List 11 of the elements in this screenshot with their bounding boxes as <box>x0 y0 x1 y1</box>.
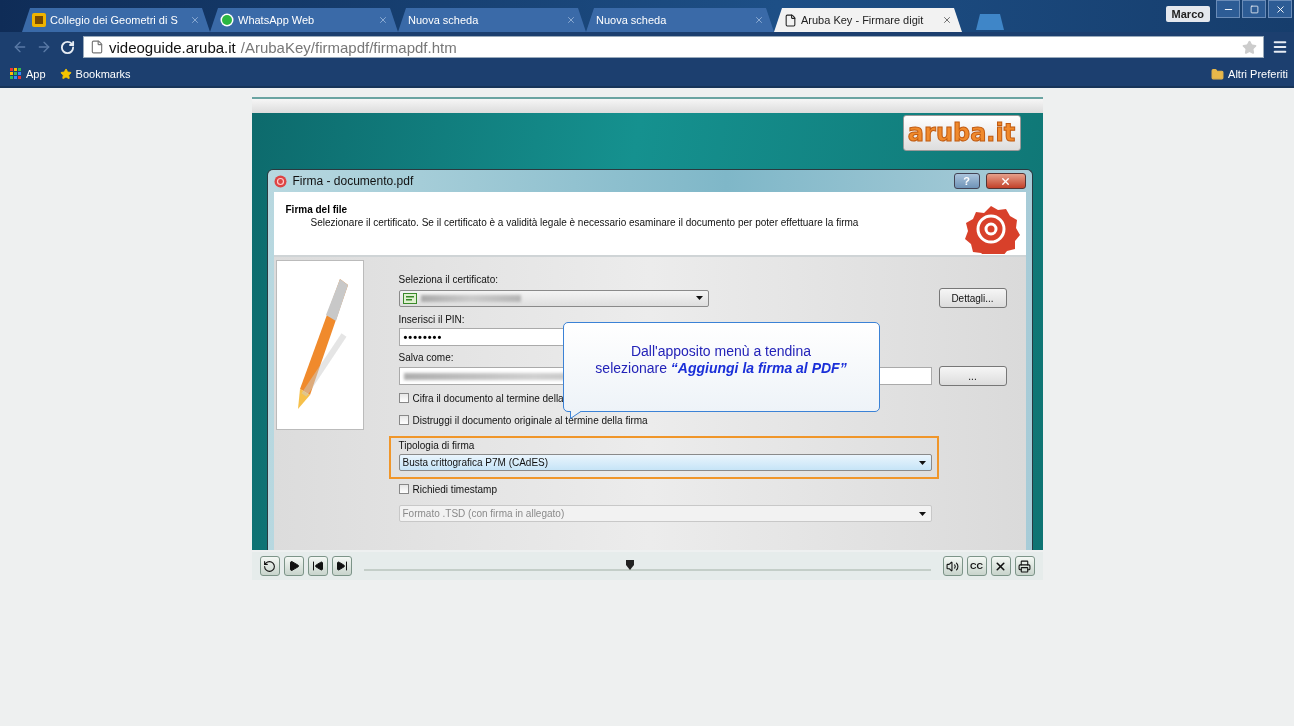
section-heading: Firma del file <box>285 204 349 215</box>
callout-tooltip: Dall'apposito menù a tendina selezionare “Aggiungi la firma al PDF” <box>562 322 880 412</box>
field-label: Salva come: <box>398 352 454 363</box>
url-path: /ArubaKey/firmapdf/firmapdf.htm <box>240 38 458 56</box>
field-label: Inserisci il PIN: <box>398 314 465 325</box>
section-description: Selezionare il certificato. Se il certificato è a validità legale è necessario esaminare il documento per poter effettuare la firma <box>309 217 860 228</box>
field-label: Tipologia di firma <box>398 440 475 451</box>
field-label: Seleziona il certificato: <box>398 274 498 285</box>
logo: aruba.it <box>902 115 1021 151</box>
dialog-title: Firma - documento.pdf <box>292 174 414 188</box>
url-host: videoguide.aruba.it <box>109 38 236 56</box>
